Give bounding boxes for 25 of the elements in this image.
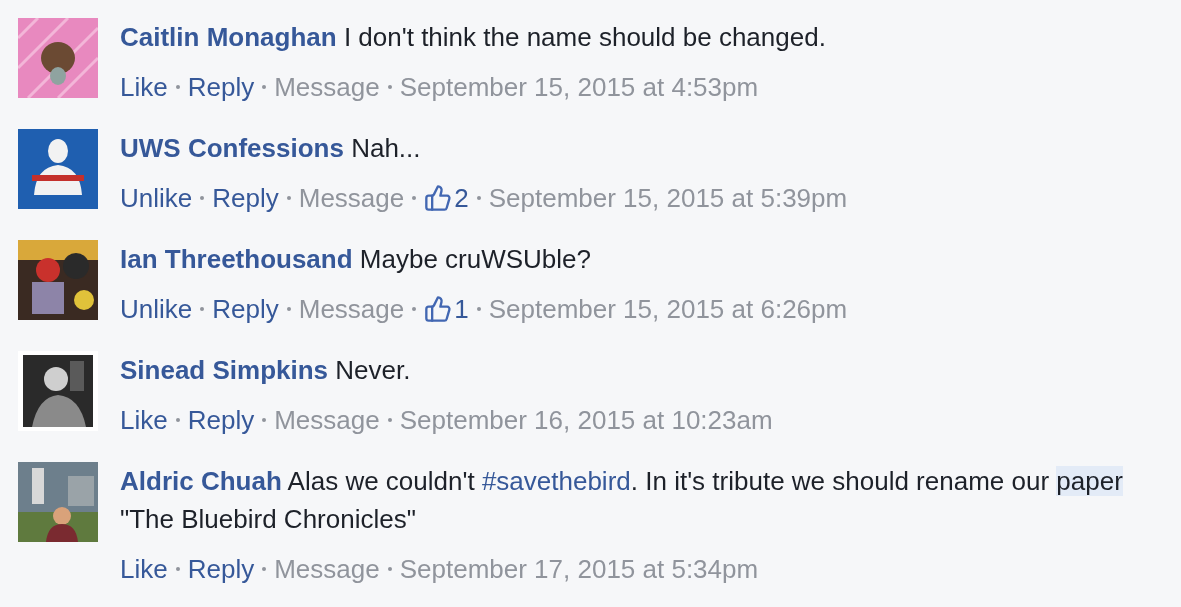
like-count[interactable]: 2 bbox=[424, 179, 469, 217]
hashtag-link[interactable]: #savethebird bbox=[481, 466, 631, 496]
like-link[interactable]: Like bbox=[120, 68, 168, 106]
comment-text: UWS Confessions Nah... bbox=[120, 132, 422, 165]
thumbs-up-icon bbox=[424, 184, 453, 212]
reply-link[interactable]: Reply bbox=[212, 290, 279, 328]
author-link[interactable]: Sinead Simpkins bbox=[120, 355, 329, 385]
author-link[interactable]: UWS Confessions bbox=[120, 133, 344, 163]
comment-text: Aldric Chuah Alas we couldn't #savethebird. In it's tribute we should rename our paper "The Bluebird Chronicles" bbox=[120, 465, 1124, 536]
reply-link[interactable]: Reply bbox=[187, 68, 255, 106]
like-link[interactable]: Like bbox=[120, 401, 168, 439]
reply-link[interactable]: Reply bbox=[187, 401, 255, 439]
comment-text: Ian Threethousand Maybe cruWSUble? bbox=[120, 243, 592, 276]
like-link[interactable]: Like bbox=[120, 550, 168, 588]
author-link[interactable]: Aldric Chuah bbox=[120, 466, 282, 496]
comment-text: Sinead Simpkins Never. bbox=[120, 354, 412, 387]
reply-link[interactable]: Reply bbox=[187, 550, 255, 588]
reply-link[interactable]: Reply bbox=[212, 179, 279, 217]
thumbs-up-icon bbox=[424, 295, 453, 323]
author-link[interactable]: Ian Threethousand bbox=[120, 244, 353, 274]
like-link[interactable]: Unlike bbox=[120, 290, 193, 328]
like-count[interactable]: 1 bbox=[424, 290, 469, 328]
like-link[interactable]: Unlike bbox=[120, 179, 193, 217]
author-link[interactable]: Caitlin Monaghan bbox=[120, 22, 337, 52]
comment-text: Caitlin Monaghan I don't think the name should be changed. bbox=[120, 21, 827, 54]
